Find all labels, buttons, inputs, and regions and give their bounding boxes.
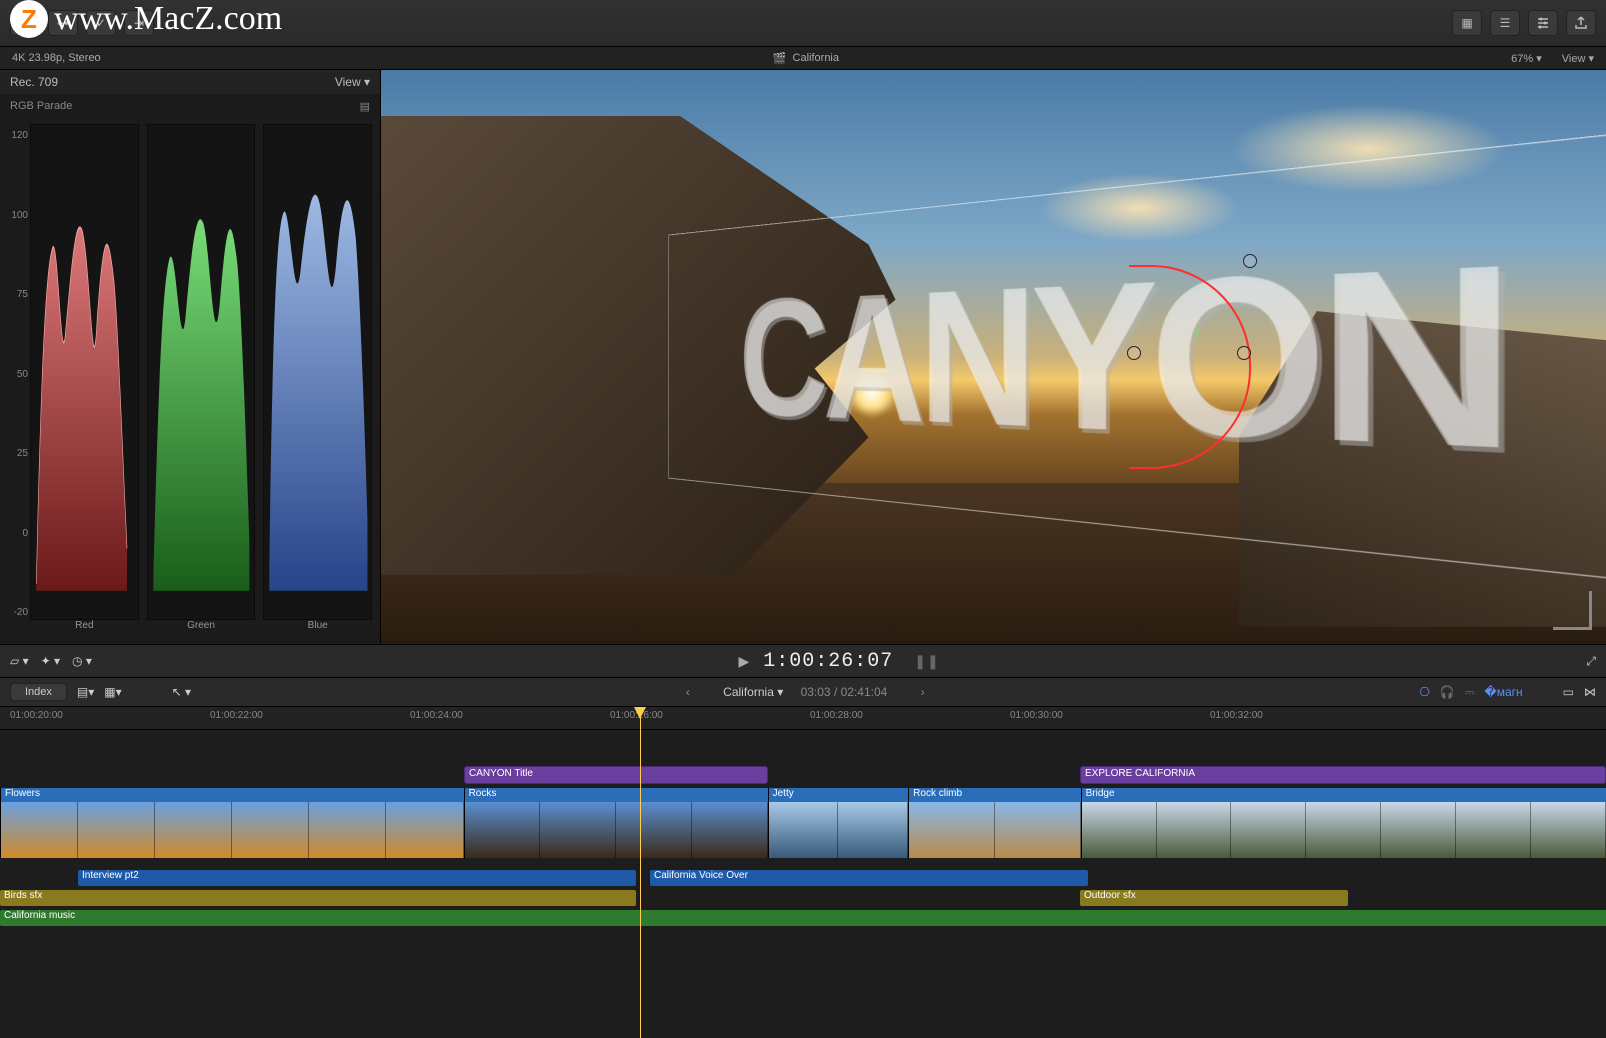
timeline-position-label: 03:03 / 02:41:04 [801,685,888,699]
select-tool-dropdown[interactable]: ↖ ▾ [172,685,191,699]
scope-settings-icon[interactable]: ▤ [360,100,370,113]
video-clip[interactable]: Rock climb [908,788,1080,858]
resize-corner-icon[interactable] [1553,591,1592,630]
video-clip[interactable]: Flowers [0,788,464,858]
clip-label: Bridge [1082,788,1606,802]
transport-bar: ▱ ▾ ✦ ▾ ◷ ▾ ▶ 1:00:26:07 ❚❚ ⤢ [0,644,1606,678]
scopes-view-dropdown[interactable]: View ▾ [335,75,370,89]
primary-storyline[interactable]: FlowersRocksJettyRock climbBridge [0,788,1606,858]
clip-label: Flowers [1,788,464,802]
timeline-ruler[interactable]: 01:00:20:00 01:00:22:00 01:00:24:00 01:0… [0,707,1606,730]
viewer-view-dropdown[interactable]: View ▾ [1562,52,1594,65]
watermark-text: www.MacZ.com [54,0,282,38]
control-handle[interactable] [1127,346,1141,360]
ruler-tick: 01:00:32:00 [1210,710,1263,721]
audio-clip[interactable]: Birds sfx [0,890,636,906]
y-axis-gizmo[interactable]: ↑ [1193,323,1202,344]
clip-label: Rock climb [909,788,1080,802]
title-clip[interactable]: CANYON Title [464,766,768,784]
clip-view-dropdown[interactable]: ▦▾ [104,685,121,699]
fullscreen-icon[interactable]: ⤢ [1586,654,1596,669]
solo-icon[interactable]: ⎓ [1465,685,1475,700]
clapper-icon: 🎬 [773,52,787,65]
control-handle[interactable] [1243,254,1257,268]
project-title: California [793,52,839,64]
video-clip[interactable]: Jetty [768,788,909,858]
video-clip[interactable]: Rocks [464,788,768,858]
pause-icon[interactable]: ❚❚ [914,655,939,671]
inspector-button[interactable] [1528,10,1558,36]
enhance-tool-dropdown[interactable]: ✦ ▾ [41,654,60,668]
color-space-label: Rec. 709 [10,75,58,89]
scopes-header: Rec. 709 View ▾ [0,70,380,94]
watermark-overlay: Z www.MacZ.com [10,0,282,38]
scope-mode-label: RGB Parade [10,100,72,112]
list-view-button[interactable]: ☰ [1490,10,1520,36]
audio-skimming-icon[interactable]: 🎧 [1440,685,1455,699]
playhead[interactable] [640,707,641,1038]
parade-y-axis: 1201007550250-20 [2,118,28,624]
parade-red-channel [30,124,139,620]
timeline-prev-icon[interactable]: ‹ [686,685,690,699]
ruler-tick: 01:00:30:00 [1010,710,1063,721]
timeline-tool-icon[interactable]: ▭ [1563,685,1574,699]
index-button[interactable]: Index [10,683,67,701]
timeline[interactable]: 01:00:20:00 01:00:22:00 01:00:24:00 01:0… [0,707,1606,1038]
timeline-next-icon[interactable]: › [921,685,925,699]
main-area: Rec. 709 View ▾ RGB Parade ▤ 12010075502… [0,70,1606,644]
audio-clip[interactable]: Outdoor sfx [1080,890,1348,906]
format-label: 4K 23.98p, Stereo [12,52,101,64]
transform-tool-dropdown[interactable]: ▱ ▾ [10,654,29,668]
clip-label: Rocks [465,788,768,802]
title-clip[interactable]: EXPLORE CALIFORNIA [1080,766,1606,784]
ruler-tick: 01:00:20:00 [10,710,63,721]
video-scopes-panel: Rec. 709 View ▾ RGB Parade ▤ 12010075502… [0,70,381,644]
ruler-tick: 01:00:22:00 [210,710,263,721]
ruler-tick: 01:00:28:00 [810,710,863,721]
timeline-project-dropdown[interactable]: California ▾ [723,685,783,699]
clip-appearance-button[interactable]: ▦ [1452,10,1482,36]
snapping-icon[interactable]: �магн [1484,685,1522,699]
clip-label: Jetty [769,788,909,802]
parade-blue-channel [263,124,372,620]
timecode-display[interactable]: 1:00:26:07 [763,650,893,673]
audio-clip[interactable]: Interview pt2 [78,870,636,886]
parade-x-labels: RedGreenBlue [30,620,372,638]
control-handle[interactable] [1237,346,1251,360]
retime-tool-dropdown[interactable]: ◷ ▾ [72,654,92,668]
watermark-z-icon: Z [10,0,48,38]
rgb-parade: 1201007550250-20 [0,118,380,644]
viewer-canvas[interactable]: CANYON ↑ [381,70,1606,644]
timeline-tool2-icon[interactable]: ⋈ [1584,685,1596,699]
audio-clip[interactable]: California music [0,910,1606,926]
project-info-bar: 4K 23.98p, Stereo 🎬 California 67% ▾ Vie… [0,47,1606,70]
parade-green-channel [147,124,256,620]
ruler-tick: 01:00:24:00 [410,710,463,721]
audio-clip[interactable]: California Voice Over [650,870,1088,886]
zoom-dropdown[interactable]: 67% ▾ [1511,52,1542,65]
video-clip[interactable]: Bridge [1081,788,1606,858]
clip-appearance-dropdown[interactable]: ▤▾ [77,685,94,699]
share-button[interactable] [1566,10,1596,36]
timeline-toolbar: Index ▤▾ ▦▾ ↖ ▾ ‹ California ▾ 03:03 / 0… [0,678,1606,707]
play-icon[interactable]: ▶ [738,655,750,671]
skimming-icon[interactable]: ⎔ [1419,685,1429,699]
